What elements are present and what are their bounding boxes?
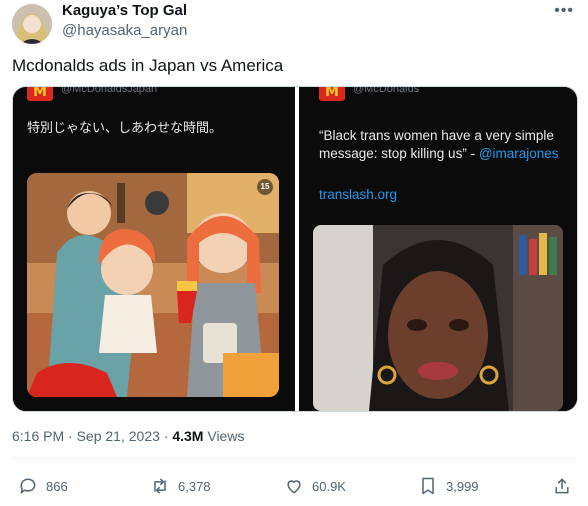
media-badge: 15	[257, 179, 273, 195]
reply-icon	[20, 478, 36, 494]
views-count: 4.3M	[172, 428, 204, 444]
japan-ad-handle: @McDonaldsJapan	[61, 87, 158, 95]
japan-ad-illustration[interactable]: 15	[27, 173, 279, 397]
america-ad-link[interactable]: translash.org	[319, 187, 397, 202]
america-ad-handle: @McDonalds	[353, 87, 420, 95]
bookmark-icon	[422, 477, 434, 495]
divider-line	[12, 458, 576, 459]
quote-mention-link[interactable]: @imarajones	[479, 146, 559, 161]
repost-button[interactable]: 6,378	[150, 476, 211, 496]
author-name[interactable]: Kaguya’s Top Gal	[62, 2, 187, 19]
america-ad-quote: “Black trans women have a very simple me…	[319, 127, 575, 163]
tweet-text: Mcdonalds ads in Japan vs America	[12, 56, 284, 75]
tweet-meta: 6:16 PM · Sep 21, 2023 · 4.3M Views	[12, 428, 245, 444]
repost-icon	[154, 478, 166, 494]
author-handle[interactable]: @hayasaka_aryan	[62, 22, 187, 39]
tweet-media[interactable]: @McDonaldsJapan 特別じゃない、しあわせな時間。	[12, 86, 578, 412]
more-horizontal-icon[interactable]: •••	[554, 2, 574, 20]
tweet-date[interactable]: Sep 21, 2023	[77, 428, 160, 444]
japan-ad-caption: 特別じゃない、しあわせな時間。	[27, 121, 223, 136]
like-button[interactable]: 60.9K	[284, 476, 346, 496]
tweet-time[interactable]: 6:16 PM	[12, 428, 64, 444]
avatar[interactable]	[12, 4, 52, 44]
america-ad-photo[interactable]	[313, 225, 563, 411]
reply-button[interactable]: 866	[18, 476, 68, 496]
action-bar: 866 6,378 60.9K 3,999	[0, 476, 588, 500]
mcdonalds-logo	[27, 87, 53, 101]
reply-count: 866	[46, 478, 68, 494]
japan-ad-panel[interactable]: @McDonaldsJapan 特別じゃない、しあわせな時間。	[13, 87, 295, 411]
bookmark-button[interactable]: 3,999	[418, 476, 479, 496]
bookmark-count: 3,999	[446, 478, 479, 494]
share-icon	[555, 478, 569, 494]
share-button[interactable]	[552, 476, 572, 496]
like-count: 60.9K	[312, 478, 346, 494]
mcdonalds-logo	[319, 87, 345, 101]
repost-count: 6,378	[178, 478, 211, 494]
heart-icon	[287, 480, 301, 494]
views-label: Views	[207, 428, 245, 444]
america-ad-panel[interactable]: @McDonalds “Black trans women have a ver…	[299, 87, 577, 411]
